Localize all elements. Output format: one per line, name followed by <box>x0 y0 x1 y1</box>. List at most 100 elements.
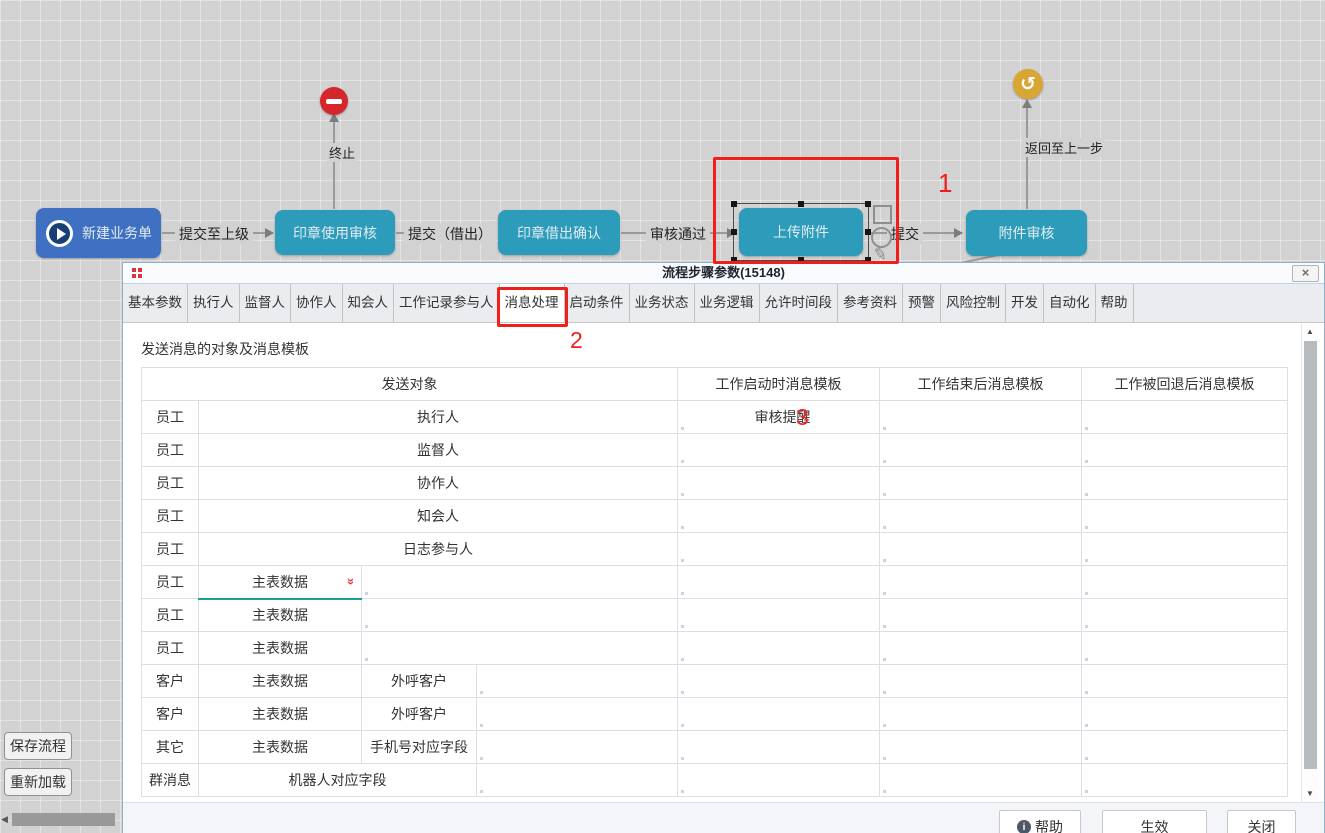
save-flow-button[interactable]: 保存流程 <box>4 732 72 760</box>
cell-send-target: 日志参与人 <box>199 533 678 566</box>
hscroll-thumb[interactable] <box>12 813 115 826</box>
flow-node-attachment-review[interactable]: 附件审核 <box>966 210 1087 256</box>
cell-template-empty <box>1082 500 1288 533</box>
dialog-titlebar[interactable]: 流程步骤参数(15148) × <box>123 263 1324 284</box>
cell-send-target: 知会人 <box>199 500 678 533</box>
cell-target-type: 员工 <box>142 434 199 467</box>
tab-cc-person[interactable]: 知会人 <box>343 284 395 322</box>
cell-template-empty <box>1082 467 1288 500</box>
tab-start-condition[interactable]: 启动条件 <box>565 284 630 322</box>
column-header-start-template: 工作启动时消息模板 <box>678 368 880 401</box>
tab-help[interactable]: 帮助 <box>1096 284 1134 322</box>
cell-template-empty <box>678 698 880 731</box>
cell-template-empty <box>1082 632 1288 665</box>
return-to-previous-icon[interactable]: ↺ <box>1013 69 1043 99</box>
cell-target-type: 员工 <box>142 632 199 665</box>
cell-template-empty <box>678 566 880 599</box>
cell-target-type: 其它 <box>142 731 199 764</box>
cell-send-target: 手机号对应字段 <box>362 731 477 764</box>
tab-executor[interactable]: 执行人 <box>188 284 240 322</box>
cell-send-target: 执行人 <box>199 401 678 434</box>
cell-template-empty <box>1082 764 1288 797</box>
cell-send-target[interactable]: 主表数据 <box>199 632 362 665</box>
cell-target-type: 员工 <box>142 599 199 632</box>
tab-supervisor[interactable]: 监督人 <box>240 284 292 322</box>
table-row: 员工主表数据 <box>142 599 1288 632</box>
dialog-tabbar: 基本参数执行人监督人协作人知会人工作记录参与人消息处理启动条件业务状态业务逻辑允… <box>123 284 1324 323</box>
cell-send-target: 外呼客户 <box>362 698 477 731</box>
hscroll-left-arrow-icon[interactable]: ◀ <box>1 814 8 825</box>
vscroll-down-arrow-icon[interactable]: ▼ <box>1302 787 1318 801</box>
cell-send-target[interactable]: 主表数据 <box>199 731 362 764</box>
cell-template-empty <box>880 599 1082 632</box>
dialog-close-icon[interactable]: × <box>1292 265 1319 282</box>
flow-node-new-business-order[interactable]: 新建业务单 <box>36 208 161 258</box>
cell-template-empty <box>678 500 880 533</box>
table-row: 群消息机器人对应字段 <box>142 764 1288 797</box>
dialog-vertical-scrollbar[interactable]: ▲ ▼ <box>1301 324 1318 802</box>
terminate-connector-line <box>333 122 335 209</box>
terminate-icon[interactable] <box>320 87 348 115</box>
tab-work-record-participant[interactable]: 工作记录参与人 <box>394 284 500 322</box>
flow-node-label: 印章使用审核 <box>293 223 377 243</box>
flow-node-label: 新建业务单 <box>82 223 152 243</box>
vscroll-thumb[interactable] <box>1304 341 1317 769</box>
flow-edge-label: 提交（借出） <box>404 224 496 244</box>
table-row: 员工执行人审核提醒 <box>142 401 1288 434</box>
cell-empty <box>477 665 678 698</box>
dropdown-chevron-icon[interactable]: « <box>342 578 357 585</box>
tab-basic-params[interactable]: 基本参数 <box>123 284 188 322</box>
cell-target-type: 员工 <box>142 401 199 434</box>
tab-risk-control[interactable]: 风险控制 <box>941 284 1006 322</box>
workflow-designer-canvas: 提交至上级提交（借出）审核通过提交 终止 ↺ 返回至上一步 新建业务单印章使用审… <box>0 0 1325 833</box>
flow-edge-arrowhead <box>265 228 274 238</box>
flow-node-seal-use-review[interactable]: 印章使用审核 <box>275 210 395 255</box>
vscroll-up-arrow-icon[interactable]: ▲ <box>1302 325 1318 339</box>
flow-node-seal-lend-confirm[interactable]: 印章借出确认 <box>498 210 620 255</box>
table-row: 员工主表数据 <box>142 632 1288 665</box>
tab-business-status[interactable]: 业务状态 <box>630 284 695 322</box>
cell-template-empty <box>678 764 880 797</box>
tab-early-warning[interactable]: 预警 <box>903 284 941 322</box>
help-button[interactable]: i帮助 <box>999 810 1081 833</box>
cell-target-type: 员工 <box>142 467 199 500</box>
reload-button[interactable]: 重新加载 <box>4 768 72 796</box>
table-row: 员工日志参与人 <box>142 533 1288 566</box>
tab-develop[interactable]: 开发 <box>1006 284 1044 322</box>
cell-template-empty <box>880 698 1082 731</box>
cell-template-empty <box>1082 401 1288 434</box>
cell-template-empty <box>1082 599 1288 632</box>
info-icon: i <box>1017 820 1031 833</box>
dialog-move-grip-icon[interactable] <box>132 268 143 279</box>
cell-send-target[interactable]: 主表数据 <box>199 698 362 731</box>
cell-target-type: 客户 <box>142 698 199 731</box>
cell-empty <box>477 731 678 764</box>
tab-collaborator[interactable]: 协作人 <box>291 284 343 322</box>
cell-template-empty <box>1082 566 1288 599</box>
cell-template-empty <box>678 731 880 764</box>
annotation-number-2: 2 <box>570 327 583 354</box>
cell-template-empty <box>678 665 880 698</box>
table-row: 员工知会人 <box>142 500 1288 533</box>
cell-target-type: 员工 <box>142 566 199 599</box>
tab-reference-material[interactable]: 参考资料 <box>838 284 903 322</box>
tab-business-logic[interactable]: 业务逻辑 <box>695 284 760 322</box>
cell-template-empty <box>880 434 1082 467</box>
tab-allowed-time-period[interactable]: 允许时间段 <box>760 284 839 322</box>
terminate-label: 终止 <box>327 143 357 162</box>
cell-send-target[interactable]: 主表数据« <box>199 566 362 599</box>
cell-send-target[interactable]: 主表数据 <box>199 665 362 698</box>
annotation-box-2 <box>497 287 568 327</box>
cell-send-target[interactable]: 主表数据 <box>199 599 362 632</box>
cell-template-empty <box>1082 533 1288 566</box>
cell-template-link[interactable]: 审核提醒 <box>678 401 880 434</box>
tab-automation[interactable]: 自动化 <box>1044 284 1096 322</box>
cell-template-empty <box>678 434 880 467</box>
cell-template-empty <box>678 533 880 566</box>
cell-template-empty <box>678 467 880 500</box>
cell-empty <box>362 632 678 665</box>
close-button[interactable]: 关闭 <box>1227 810 1296 833</box>
table-row: 员工监督人 <box>142 434 1288 467</box>
take-effect-button[interactable]: 生效 <box>1102 810 1207 833</box>
cell-empty <box>362 599 678 632</box>
